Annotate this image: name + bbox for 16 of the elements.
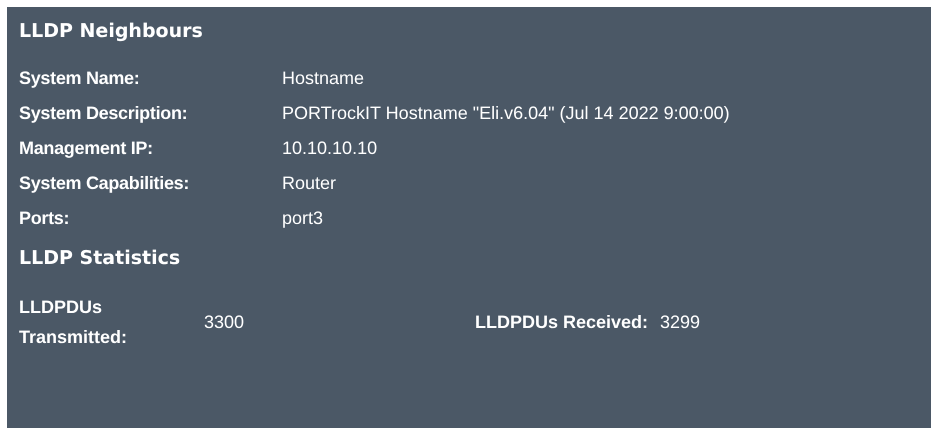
field-value: 10.10.10.10	[282, 138, 378, 159]
field-value: Router	[282, 173, 336, 194]
field-label: Management IP:	[19, 138, 154, 159]
field-value: PORTrockIT Hostname "Eli.v6.04" (Jul 14 2022 9:00:00)	[282, 103, 730, 124]
section-title: LLDP Neighbours	[19, 19, 204, 44]
field-label: System Description:	[19, 103, 188, 124]
field-label: System Capabilities:	[19, 173, 190, 194]
stat-value: 3299	[660, 312, 700, 332]
field-value: port3	[282, 208, 324, 229]
stat-label: LLDPDUs Transmitted:	[19, 296, 128, 349]
field-value: Hostname	[282, 68, 364, 89]
stat-label: LLDPDUs Received:	[475, 311, 650, 334]
stat-value: 3300	[204, 312, 244, 332]
field-label: System Name:	[19, 68, 140, 89]
section-title: LLDP Statistics	[19, 246, 182, 271]
field-label: Ports:	[19, 208, 70, 229]
